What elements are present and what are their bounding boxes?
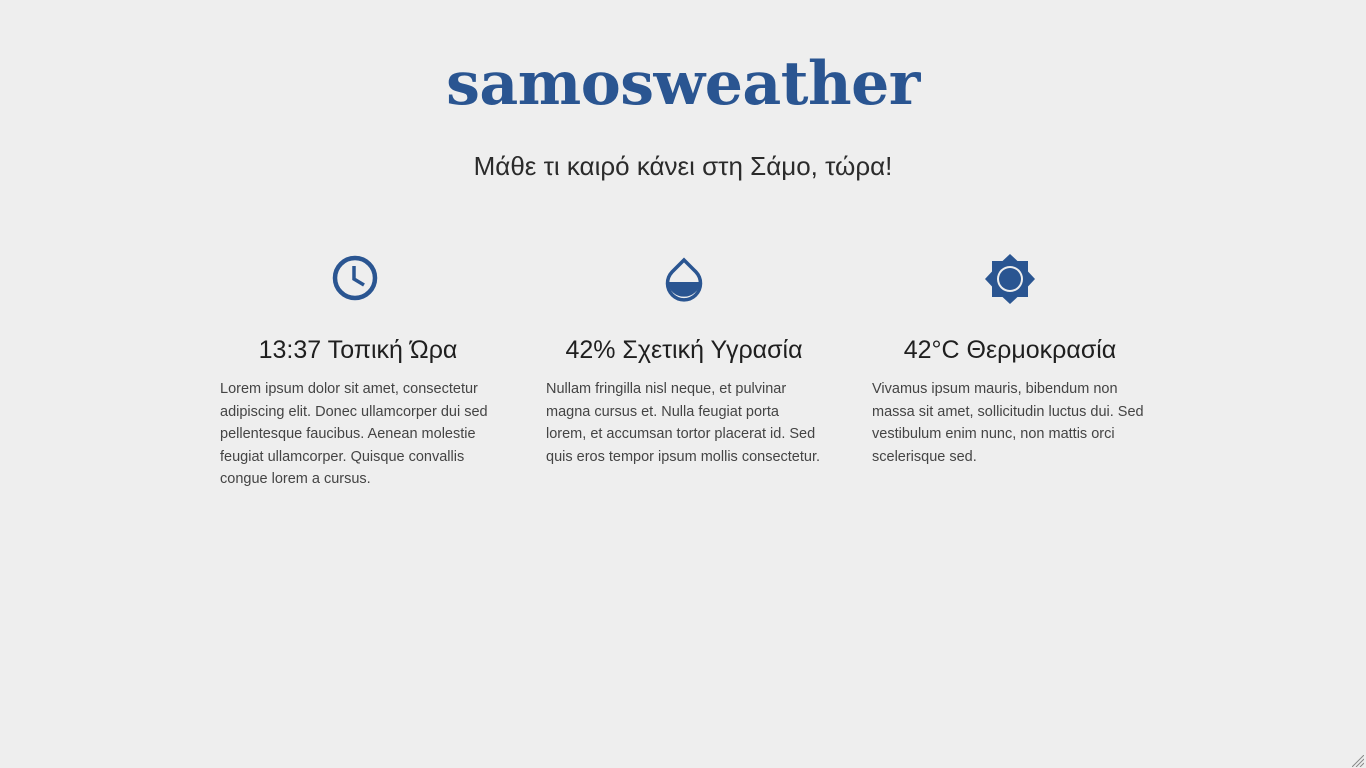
site-subtitle: Μάθε τι καιρό κάνει στη Σάμο, τώρα! xyxy=(473,151,893,181)
feature-heading: 42°C Θερμοκρασία xyxy=(903,336,1117,364)
clock-icon xyxy=(332,255,390,313)
feature-description: Vivamus ipsum mauris, bibendum non massa… xyxy=(872,381,1144,465)
site-title: samosweather xyxy=(446,49,920,119)
water-drop-icon xyxy=(664,256,722,314)
sun-icon xyxy=(984,253,1042,311)
feature-heading: 42% Σχετική Υγρασία xyxy=(565,336,803,364)
feature-description: Nullam fringilla nisl neque, et pulvinar… xyxy=(546,381,820,465)
features-section: 13:37 Τοπική Ώρα Lorem ipsum dolor sit a… xyxy=(220,250,1146,510)
resize-grip-icon[interactable] xyxy=(1351,754,1365,768)
feature-heading: 13:37 Τοπική Ώρα xyxy=(258,336,458,364)
page: samosweather Μάθε τι καιρό κάνει στη Σάμ… xyxy=(0,0,1366,768)
feature-description: Lorem ipsum dolor sit amet, consectetur … xyxy=(220,381,488,487)
